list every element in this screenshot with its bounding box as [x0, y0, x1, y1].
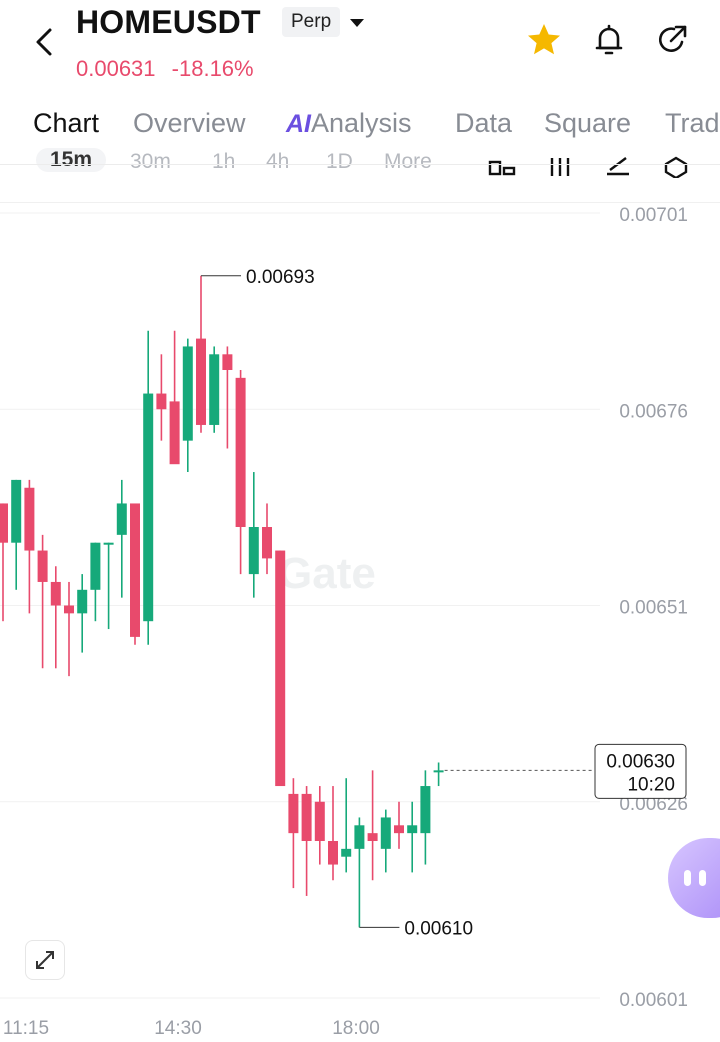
- share-icon[interactable]: [652, 20, 692, 60]
- candle-body: [420, 786, 431, 834]
- candle-body: [262, 527, 272, 559]
- star-icon[interactable]: [524, 20, 564, 60]
- low-marker-label: 0.00610: [404, 918, 473, 939]
- candle-body: [130, 503, 140, 637]
- price-summary: 0.00631 -18.16%: [76, 56, 264, 82]
- candlestick-chart[interactable]: Gate 0.007010.006760.006510.006260.00601…: [0, 200, 720, 1042]
- time-axis-label: 18:00: [332, 1018, 380, 1039]
- tab-divider: [0, 164, 720, 165]
- tab-chart[interactable]: Chart: [33, 108, 99, 139]
- candle-body: [354, 825, 365, 849]
- candle-body: [209, 354, 220, 425]
- tab-analysis[interactable]: AIAnalysis: [286, 108, 412, 139]
- time-axis-label: 11:15: [3, 1018, 49, 1039]
- candle-body: [143, 393, 154, 622]
- time-axis-label: 14:30: [154, 1018, 202, 1039]
- candle-body: [407, 825, 418, 834]
- current-price-label: 0.00630: [606, 751, 675, 772]
- candle-body: [24, 487, 35, 551]
- page-tabs: Chart Overview AIAnalysis Data Square Tr…: [0, 92, 720, 164]
- price-axis-label: 0.00701: [619, 205, 688, 226]
- candle-body: [103, 542, 114, 545]
- candle-body: [235, 377, 246, 527]
- candle-body: [275, 550, 286, 787]
- price-axis-label: 0.00601: [619, 990, 688, 1011]
- caret-down-icon[interactable]: [346, 12, 368, 34]
- candle-body: [196, 338, 206, 425]
- candle-body: [301, 793, 312, 841]
- candle-body: [156, 393, 167, 410]
- candle-body: [116, 503, 127, 535]
- tab-data[interactable]: Data: [455, 108, 512, 139]
- tab-analysis-label: Analysis: [311, 108, 412, 138]
- candle-body: [77, 589, 88, 614]
- expand-chart-button[interactable]: [25, 940, 65, 980]
- candle-body: [64, 605, 74, 614]
- tab-overview[interactable]: Overview: [133, 108, 246, 139]
- candle-body: [11, 479, 22, 543]
- candle-body: [169, 401, 180, 465]
- expand-icon: [36, 951, 54, 969]
- bubble-eye-right-icon: [699, 870, 706, 886]
- ai-badge-icon: AI: [286, 110, 311, 138]
- price-axis-label: 0.00651: [619, 598, 688, 619]
- candle-body: [0, 503, 8, 543]
- last-price: 0.00631: [76, 56, 156, 81]
- candle-body: [37, 550, 48, 582]
- candle-body: [182, 346, 193, 441]
- pair-symbol[interactable]: HOMEUSDT: [76, 4, 261, 41]
- candle-body: [222, 354, 233, 370]
- change-percent: -18.16%: [171, 56, 254, 81]
- candle-body: [248, 527, 259, 575]
- tab-square[interactable]: Square: [544, 108, 631, 139]
- countdown-label: 10:20: [627, 774, 675, 795]
- back-arrow-icon[interactable]: [28, 20, 64, 64]
- candle-body: [314, 801, 325, 841]
- bubble-eye-left-icon: [684, 870, 691, 886]
- candle-body: [433, 770, 444, 773]
- gate-watermark: Gate: [278, 549, 376, 598]
- price-axis-label: 0.00676: [619, 401, 688, 422]
- high-marker-label: 0.00693: [246, 267, 315, 288]
- candle-body: [328, 841, 338, 865]
- header: HOMEUSDT Perp 0.00631 -18.16%: [0, 0, 720, 92]
- candle-body: [341, 848, 352, 857]
- bell-icon[interactable]: [589, 20, 629, 60]
- candle-body: [288, 793, 299, 834]
- contract-type-badge: Perp: [282, 7, 341, 37]
- candle-body: [380, 817, 391, 849]
- candle-body: [90, 542, 101, 590]
- candle-body: [367, 833, 378, 841]
- tab-trade[interactable]: Trad: [665, 108, 720, 139]
- candle-body: [394, 825, 404, 834]
- candle-body: [50, 581, 61, 606]
